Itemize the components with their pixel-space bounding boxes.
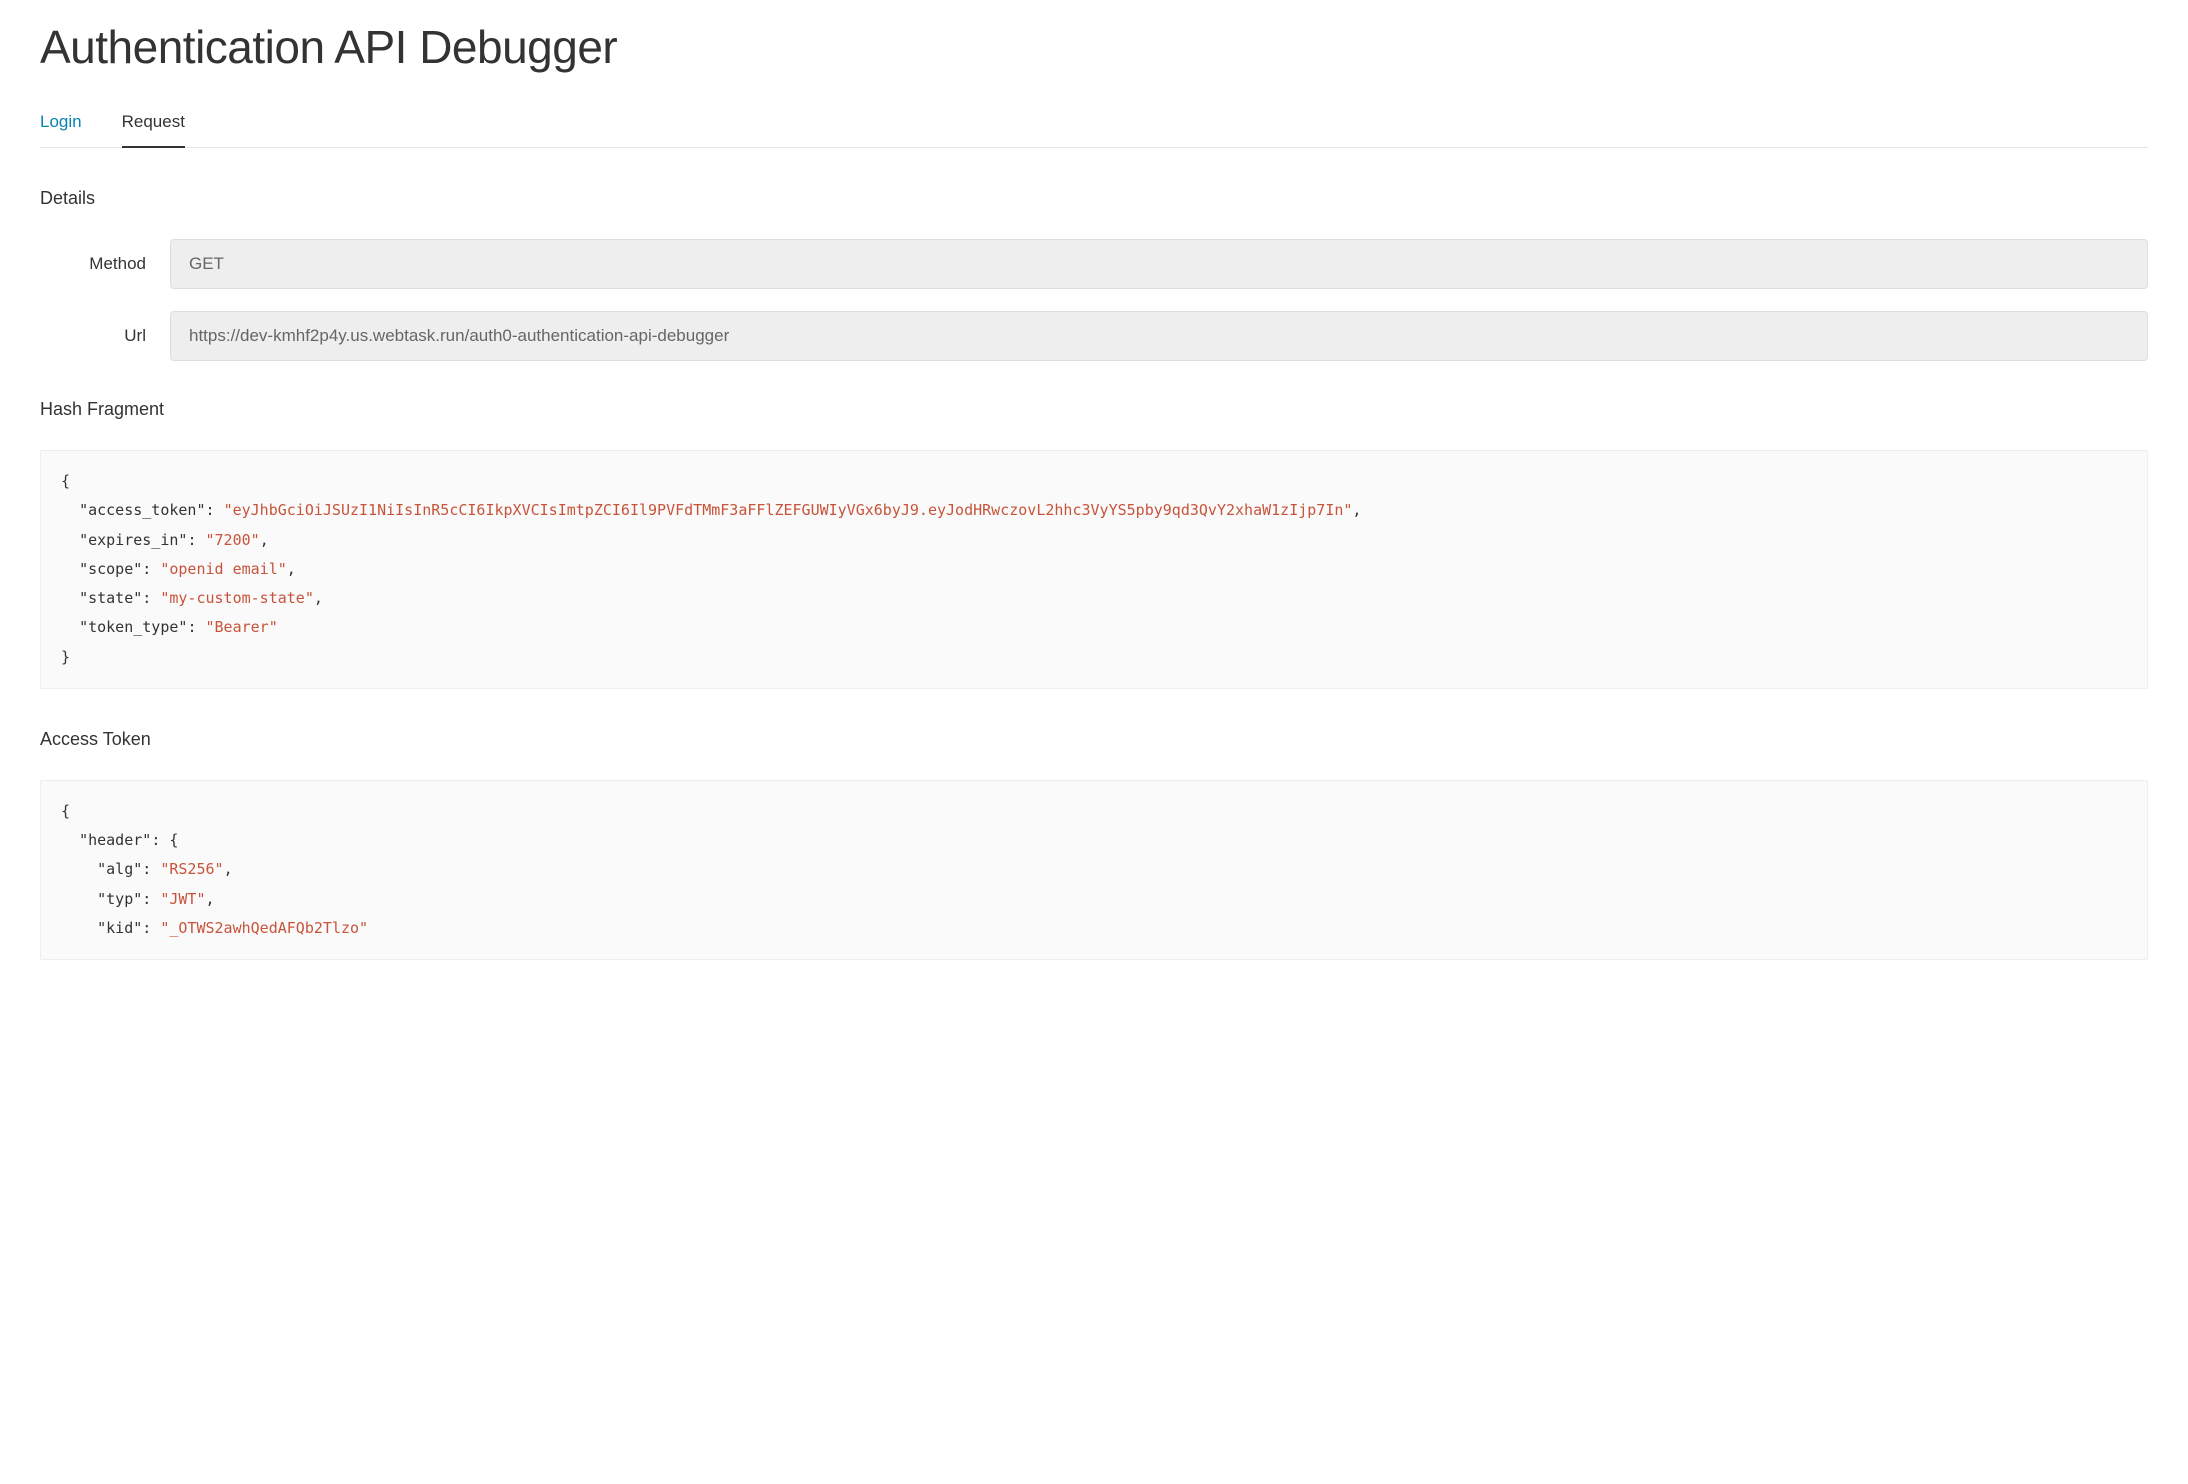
at-typ: JWT bbox=[169, 890, 196, 908]
method-input[interactable] bbox=[170, 239, 2148, 289]
hf-scope: openid email bbox=[169, 560, 277, 578]
details-heading: Details bbox=[40, 188, 2148, 209]
hf-expires-in: 7200 bbox=[215, 531, 251, 549]
access-token-section: Access Token { "header": { "alg": "RS256… bbox=[40, 729, 2148, 960]
hash-fragment-code: { "access_token": "eyJhbGciOiJSUzI1NiIsI… bbox=[40, 450, 2148, 689]
hf-token-type: Bearer bbox=[215, 618, 269, 636]
url-label: Url bbox=[40, 326, 170, 346]
page-title: Authentication API Debugger bbox=[40, 20, 2148, 74]
hf-state: my-custom-state bbox=[169, 589, 304, 607]
url-input[interactable] bbox=[170, 311, 2148, 361]
method-label: Method bbox=[40, 254, 170, 274]
method-row: Method bbox=[40, 239, 2148, 289]
details-section: Details Method Url bbox=[40, 188, 2148, 361]
hf-access-token: eyJhbGciOiJSUzI1NiIsInR5cCI6IkpXVCIsImtp… bbox=[233, 501, 1344, 519]
hash-fragment-section: Hash Fragment { "access_token": "eyJhbGc… bbox=[40, 399, 2148, 689]
tabs: Login Request bbox=[40, 104, 2148, 148]
access-token-heading: Access Token bbox=[40, 729, 2148, 750]
at-alg: RS256 bbox=[169, 860, 214, 878]
hash-fragment-heading: Hash Fragment bbox=[40, 399, 2148, 420]
access-token-code: { "header": { "alg": "RS256", "typ": "JW… bbox=[40, 780, 2148, 960]
at-kid: _OTWS2awhQedAFQb2Tlzo bbox=[169, 919, 359, 937]
tab-request[interactable]: Request bbox=[122, 104, 185, 148]
url-row: Url bbox=[40, 311, 2148, 361]
tab-login[interactable]: Login bbox=[40, 104, 82, 148]
